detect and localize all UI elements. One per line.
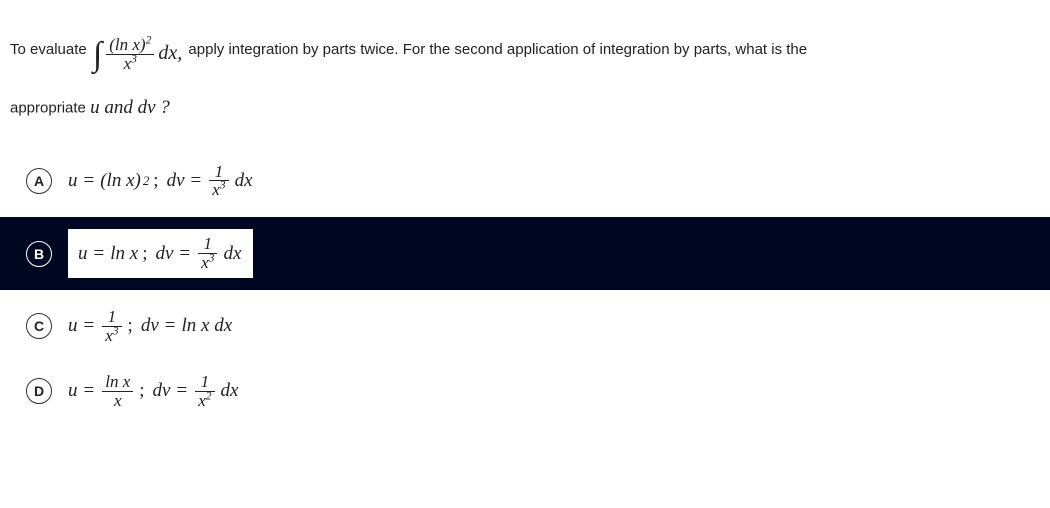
option-b-card: u = ln x ; dv = 1 x3 dx	[68, 229, 253, 278]
b-eq2: =	[179, 243, 190, 265]
option-c-math: u = 1 x3 ; dv = ln x dx	[68, 308, 232, 345]
a-eq2: =	[191, 170, 202, 192]
option-b[interactable]: B u = ln x ; dv = 1 x3 dx	[0, 217, 1050, 290]
d-semi: ;	[139, 380, 144, 402]
d-frac2-num: 1	[195, 373, 214, 391]
option-d[interactable]: D u = ln x x ; dv = 1 x2 dx	[6, 363, 1044, 420]
c-frac-num: 1	[102, 308, 121, 326]
d-frac2: 1 x2	[195, 373, 214, 410]
options-list: A u = (ln x)2 ; dv = 1 x3 dx B u = ln x …	[0, 139, 1050, 420]
a-frac-den-base: x	[212, 180, 220, 199]
b-dx: dx	[223, 243, 241, 265]
b-frac: 1 x3	[198, 235, 217, 272]
stem-pre: To evaluate	[10, 41, 87, 58]
c-rhs2: ln x dx	[181, 315, 232, 337]
a-dv: dv	[167, 170, 185, 192]
integral-num-base: (ln x)	[109, 35, 145, 54]
integral-dx: dx,	[158, 42, 182, 64]
a-frac: 1 x3	[209, 163, 228, 200]
c-eq2: =	[165, 315, 176, 337]
d-u: u	[68, 380, 78, 402]
integral-fraction: (ln x)2x3	[106, 36, 154, 73]
d-frac1: ln x x	[102, 373, 133, 410]
a-semi: ;	[153, 170, 158, 192]
option-letter-d: D	[26, 378, 52, 404]
option-c[interactable]: C u = 1 x3 ; dv = ln x dx	[6, 298, 1044, 355]
stem-mid: apply integration by parts twice. For th…	[188, 41, 807, 58]
integral-sign: ∫	[93, 36, 102, 73]
b-lnx: ln x	[110, 243, 138, 265]
d-dv: dv	[153, 380, 171, 402]
a-u: u	[68, 170, 78, 192]
b-u: u	[78, 243, 88, 265]
integral-den-sup: 3	[131, 52, 137, 65]
option-a[interactable]: A u = (ln x)2 ; dv = 1 x3 dx	[6, 153, 1044, 210]
option-b-math: u = ln x ; dv = 1 x3 dx	[68, 235, 241, 272]
b-frac-den-base: x	[201, 253, 209, 272]
option-letter-a: A	[26, 168, 52, 194]
stem-line2-pre: appropriate	[10, 99, 86, 116]
integral-num-sup: 2	[146, 33, 152, 46]
b-semi: ;	[142, 243, 147, 265]
a-frac-num: 1	[209, 163, 228, 181]
a-lnx: (ln x)	[100, 170, 141, 192]
d-frac1-num: ln x	[102, 373, 133, 391]
c-frac-den-base: x	[105, 326, 113, 345]
d-frac1-den: x	[102, 391, 133, 410]
option-d-math: u = ln x x ; dv = 1 x2 dx	[68, 373, 238, 410]
b-dv: dv	[155, 243, 173, 265]
d-dx: dx	[221, 380, 239, 402]
c-dv: dv	[141, 315, 159, 337]
c-eq1: =	[84, 315, 95, 337]
a-eq1: =	[84, 170, 95, 192]
d-eq2: =	[176, 380, 187, 402]
c-u: u	[68, 315, 78, 337]
u-and-dv: u and dv ?	[90, 97, 170, 118]
d-eq1: =	[84, 380, 95, 402]
d-frac2-den-sup: 2	[206, 389, 212, 402]
question-stem: To evaluate ∫(ln x)2x3dx, apply integrat…	[0, 0, 1050, 139]
c-frac: 1 x3	[102, 308, 121, 345]
d-frac2-den-base: x	[198, 391, 206, 410]
b-eq1: =	[94, 243, 105, 265]
option-letter-c: C	[26, 313, 52, 339]
integral-expression: ∫(ln x)2x3dx,	[91, 12, 184, 87]
b-frac-den-sup: 3	[209, 251, 215, 264]
a-frac-den-sup: 3	[220, 179, 226, 192]
a-dx: dx	[235, 170, 253, 192]
option-letter-b: B	[26, 241, 52, 267]
b-frac-num: 1	[198, 235, 217, 253]
c-frac-den-sup: 3	[113, 324, 119, 337]
option-a-math: u = (ln x)2 ; dv = 1 x3 dx	[68, 163, 253, 200]
c-semi: ;	[128, 315, 133, 337]
